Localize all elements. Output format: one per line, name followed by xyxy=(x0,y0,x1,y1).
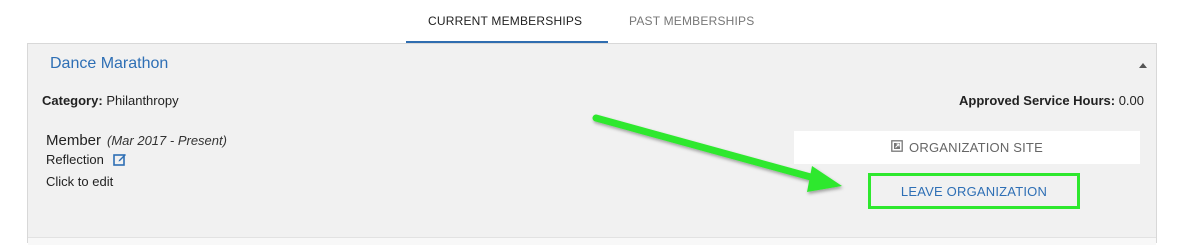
panel-header[interactable]: Dance Marathon xyxy=(28,44,1156,87)
service-hours-info: Approved Service Hours: 0.00 xyxy=(959,93,1144,108)
leave-organization-label: LEAVE ORGANIZATION xyxy=(900,183,1048,199)
service-hours-value: 0.00 xyxy=(1118,93,1144,108)
reflection-label: Reflection xyxy=(46,152,104,167)
position-role-line: Member (Mar 2017 - Present) xyxy=(46,132,227,149)
caret-up-icon[interactable] xyxy=(1139,63,1147,68)
organization-site-label: ORGANIZATION SITE xyxy=(909,140,1043,155)
tab-past-memberships[interactable]: PAST MEMBERSHIPS xyxy=(629,14,754,28)
position-dates: (Mar 2017 - Present) xyxy=(107,133,227,148)
membership-tabs: CURRENT MEMBERSHIPS PAST MEMBERSHIPS xyxy=(0,0,1190,44)
tab-current-memberships[interactable]: CURRENT MEMBERSHIPS xyxy=(428,14,582,28)
edit-icon[interactable] xyxy=(113,152,127,169)
external-link-icon xyxy=(891,140,903,155)
panel-footer-strip xyxy=(28,237,1156,245)
category-label: Category: xyxy=(42,93,103,108)
reflection-row: Reflection xyxy=(46,152,127,169)
position-details: Member (Mar 2017 - Present) Reflection Cl… xyxy=(28,114,1156,237)
category-info: Category: Philanthropy xyxy=(42,93,179,108)
membership-meta-row: Category: Philanthropy Approved Service … xyxy=(28,86,1156,115)
organization-name[interactable]: Dance Marathon xyxy=(50,55,168,73)
leave-organization-button[interactable]: LEAVE ORGANIZATION xyxy=(868,173,1080,209)
click-to-edit-text[interactable]: Click to edit xyxy=(46,174,113,189)
service-hours-label: Approved Service Hours: xyxy=(959,93,1116,108)
position-role: Member xyxy=(46,132,102,149)
category-value: Philanthropy xyxy=(106,93,179,108)
membership-panel: Dance Marathon Category: Philanthropy Ap… xyxy=(27,43,1157,245)
organization-site-button[interactable]: ORGANIZATION SITE xyxy=(794,131,1140,164)
